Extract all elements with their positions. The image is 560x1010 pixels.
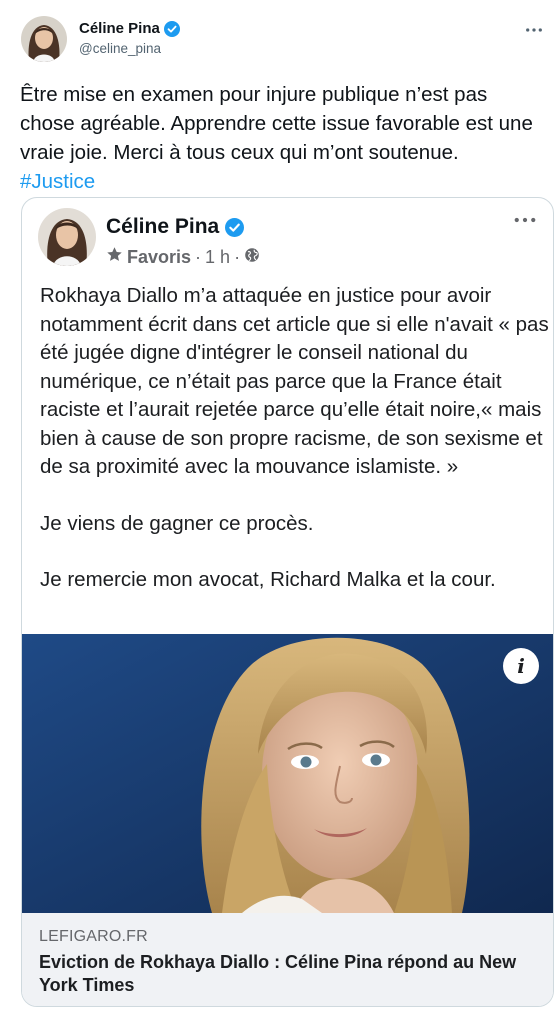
meta-separator: · (234, 247, 241, 267)
tweet: Céline Pina @celine_pina Être mise en ex… (0, 0, 560, 1010)
link-domain: LEFIGARO.FR (39, 928, 148, 945)
link-title[interactable]: Eviction de Rokhaya Diallo : Céline Pina… (39, 951, 539, 997)
verified-badge-icon (163, 21, 180, 37)
star-icon (106, 246, 123, 268)
globe-icon (244, 246, 260, 268)
quoted-paragraph: Rokhaya Diallo m’a attaquée en justice p… (40, 284, 549, 478)
link-preview[interactable]: LEFIGARO.FR Eviction de Rokhaya Diallo :… (22, 913, 553, 1006)
info-icon[interactable]: i (503, 648, 539, 684)
quoted-paragraph: Je remercie mon avocat, Richard Malka et… (40, 568, 496, 591)
tweet-body: Être mise en examen pour injure publique… (20, 83, 533, 164)
quoted-paragraph: Je viens de gagner ce procès. (40, 511, 314, 535)
info-glyph: i (517, 654, 525, 678)
quoted-post-meta: Favoris · 1 h · (106, 246, 260, 268)
quoted-author-avatar[interactable] (38, 208, 96, 266)
verified-badge-icon (225, 217, 245, 237)
favorites-label[interactable]: Favoris (127, 246, 191, 268)
more-dots-icon[interactable] (511, 210, 539, 230)
more-dots-icon[interactable] (522, 18, 546, 42)
tweet-text: Être mise en examen pour injure publique… (20, 80, 545, 196)
article-photo[interactable]: i (22, 634, 553, 913)
quoted-post-body: Rokhaya Diallo m’a attaquée en justice p… (40, 282, 550, 595)
quoted-author-name-row: Céline Pina (106, 214, 260, 240)
author-block: Céline Pina @celine_pina (79, 20, 180, 58)
meta-separator: · (195, 247, 202, 267)
author-name[interactable]: Céline Pina (79, 20, 160, 38)
quoted-post-card[interactable]: Céline Pina Favoris · 1 h · Rokhaya Dial… (21, 197, 554, 1007)
author-name-row: Céline Pina (79, 20, 180, 38)
author-avatar[interactable] (21, 16, 67, 62)
quoted-author-name[interactable]: Céline Pina (106, 214, 219, 240)
quoted-author-block: Céline Pina Favoris · 1 h · (106, 214, 260, 268)
author-handle[interactable]: @celine_pina (79, 40, 180, 58)
post-time[interactable]: 1 h (205, 246, 230, 268)
hashtag-link[interactable]: #Justice (20, 167, 545, 196)
